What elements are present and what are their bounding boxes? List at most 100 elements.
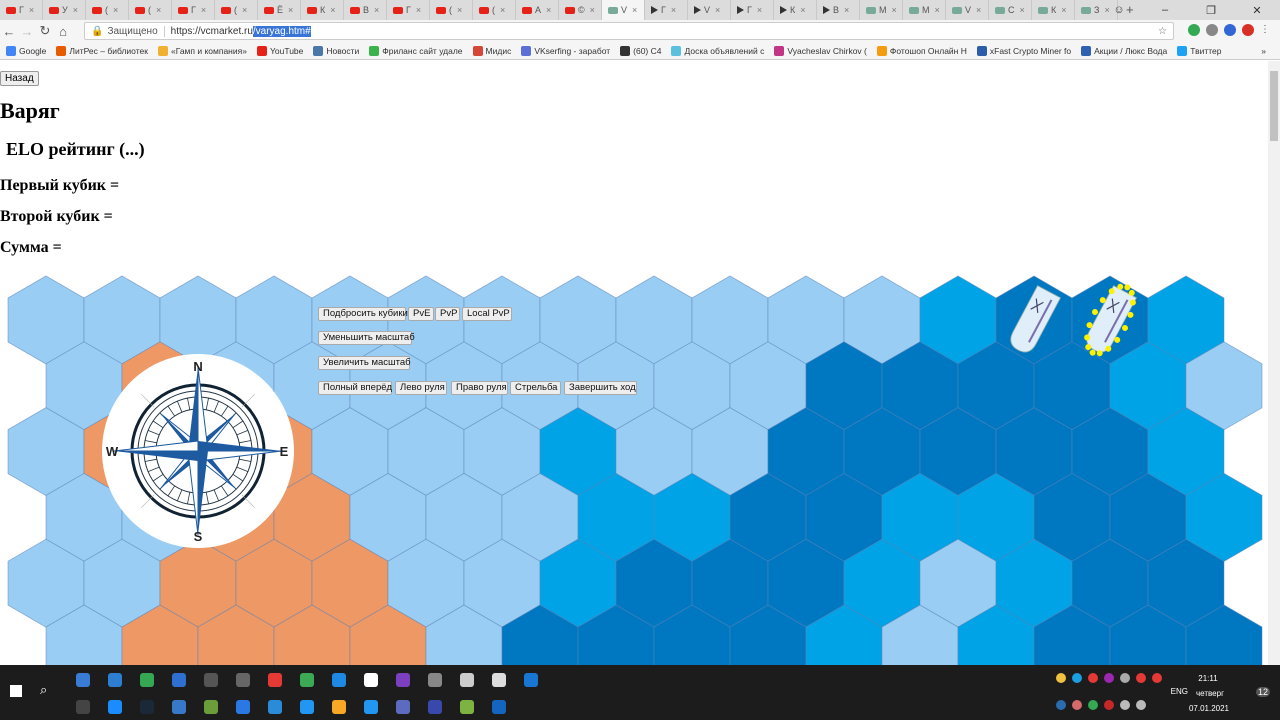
tab-close-icon[interactable]: ×	[156, 5, 161, 15]
tab[interactable]: Ё ×	[258, 0, 301, 20]
windows-start-icon[interactable]	[10, 685, 22, 697]
tray-icon[interactable]	[1072, 700, 1082, 710]
tab-close-icon[interactable]: ×	[632, 5, 637, 15]
tab-close-icon[interactable]: ×	[844, 5, 849, 15]
tab[interactable]: К ×	[301, 0, 344, 20]
taskbar-app-icon[interactable]	[396, 673, 410, 687]
maximize-button[interactable]: ❐	[1188, 4, 1234, 17]
tray-icon[interactable]	[1104, 700, 1114, 710]
taskbar-app-icon[interactable]	[332, 700, 346, 714]
extension-icon[interactable]	[1242, 24, 1254, 36]
tab[interactable]: С ×	[989, 0, 1032, 20]
taskbar-app-icon[interactable]	[364, 673, 378, 687]
taskbar-app-icon[interactable]	[524, 673, 538, 687]
tray-icon[interactable]	[1152, 673, 1162, 683]
tab-close-icon[interactable]: ×	[715, 5, 720, 15]
tab-close-icon[interactable]: ×	[29, 5, 34, 15]
bookmark[interactable]: Твиттер	[1177, 45, 1221, 56]
tab-close-icon[interactable]: ×	[330, 5, 335, 15]
full-ahead-button[interactable]: Полный вперёд	[318, 381, 392, 395]
taskbar-app-icon[interactable]	[428, 673, 442, 687]
bookmark[interactable]: Акции / Люкс Вода	[1081, 45, 1167, 56]
address-bar[interactable]: 🔒 Защищено https://vcmarket.ru/varyag.ht…	[84, 22, 1174, 40]
pvp-button[interactable]: PvP	[435, 307, 460, 321]
tab-close-icon[interactable]: ×	[1061, 5, 1066, 15]
bookmark[interactable]: (60) C4	[620, 45, 661, 56]
tab-close-icon[interactable]: ×	[288, 5, 293, 15]
tray-icon[interactable]	[1136, 673, 1146, 683]
bookmark[interactable]: VKserfing - заработ	[521, 45, 610, 56]
taskbar-app-icon[interactable]	[428, 700, 442, 714]
extension-icon[interactable]	[1206, 24, 1218, 36]
taskbar-app-icon[interactable]	[268, 673, 282, 687]
taskbar-app-icon[interactable]	[300, 700, 314, 714]
taskbar-app-icon[interactable]	[268, 700, 282, 714]
pve-button[interactable]: PvE	[408, 307, 434, 321]
taskbar-app-icon[interactable]	[332, 673, 346, 687]
zoom-out-button[interactable]: Уменьшить масштаб	[318, 331, 415, 345]
clock-date[interactable]: 07.01.2021	[1184, 704, 1234, 713]
tab[interactable]: (×	[473, 0, 516, 20]
notifications-badge[interactable]: 12	[1255, 687, 1270, 697]
taskbar-app-icon[interactable]	[108, 673, 122, 687]
hex-map[interactable]: N S E W	[0, 61, 1268, 665]
bookmark[interactable]: Фотошоп Онлайн Н	[876, 45, 967, 56]
close-button[interactable]: ✕	[1234, 4, 1280, 17]
taskbar-app-icon[interactable]	[172, 700, 186, 714]
tray-icon[interactable]	[1120, 700, 1130, 710]
end-turn-button[interactable]: Завершить ход	[564, 381, 637, 395]
tab[interactable]: Г ×	[0, 0, 43, 20]
tab[interactable]: В ×	[817, 0, 860, 20]
forward-arrow-icon[interactable]: →	[18, 24, 36, 39]
tab[interactable]: (×	[215, 0, 258, 20]
taskbar-app-icon[interactable]	[396, 700, 410, 714]
bookmark[interactable]: YouTube	[256, 45, 303, 56]
tray-icon[interactable]	[1088, 700, 1098, 710]
bookmarks-overflow-button[interactable]: »	[1261, 46, 1266, 56]
tab-close-icon[interactable]: ×	[113, 5, 118, 15]
tab-close-icon[interactable]: ×	[73, 5, 78, 15]
right-rudder-button[interactable]: Право руля	[451, 381, 508, 395]
bookmark[interactable]: «Гамп и компания»	[157, 45, 247, 56]
tab[interactable]: М ×	[860, 0, 903, 20]
home-icon[interactable]: ⌂	[54, 24, 72, 39]
taskbar-app-icon[interactable]	[140, 673, 154, 687]
minimize-button[interactable]: –	[1142, 4, 1188, 16]
tab[interactable]: (×	[86, 0, 129, 20]
bookmark[interactable]: Vyacheslav Chirkov (	[774, 45, 867, 56]
tab-close-icon[interactable]: ×	[976, 5, 981, 15]
fire-button[interactable]: Стрельба	[510, 381, 561, 395]
tab-close-icon[interactable]: ×	[242, 5, 247, 15]
tab-close-icon[interactable]: ×	[457, 5, 462, 15]
tab-close-icon[interactable]: ×	[671, 5, 676, 15]
bookmark[interactable]: Фриланс сайт удале	[369, 45, 463, 56]
tray-icon[interactable]	[1072, 673, 1082, 683]
tray-icon[interactable]	[1088, 673, 1098, 683]
tab[interactable]: К ×	[1032, 0, 1075, 20]
taskbar-app-icon[interactable]	[300, 673, 314, 687]
tab[interactable]: Г ×	[731, 0, 774, 20]
bookmark[interactable]: Новости	[313, 45, 359, 56]
tray-icon[interactable]	[1104, 673, 1114, 683]
scrollbar[interactable]	[1268, 61, 1280, 665]
tab[interactable]: В ×	[344, 0, 387, 20]
tab-close-icon[interactable]: ×	[1020, 5, 1025, 15]
search-icon[interactable]: ⌕	[40, 682, 47, 698]
tab-close-icon[interactable]: ×	[546, 5, 551, 15]
taskbar-app-icon[interactable]	[492, 700, 506, 714]
tray-icon[interactable]	[1056, 700, 1066, 710]
tab[interactable]: V ×	[688, 0, 731, 20]
taskbar-app-icon[interactable]	[76, 700, 90, 714]
tab[interactable]: М ×	[903, 0, 946, 20]
tab[interactable]: Г ×	[387, 0, 430, 20]
language-indicator[interactable]: ENG	[1171, 687, 1188, 696]
tab[interactable]: Г ×	[645, 0, 688, 20]
extension-icon[interactable]	[1224, 24, 1236, 36]
bookmark[interactable]: xFast Crypto Miner fo	[976, 45, 1071, 56]
roll-dice-button[interactable]: Подбросить кубики	[318, 307, 408, 321]
tab[interactable]: У ×	[43, 0, 86, 20]
extension-icon[interactable]	[1188, 24, 1200, 36]
back-arrow-icon[interactable]: ←	[0, 24, 18, 39]
tab[interactable]: А ×	[516, 0, 559, 20]
taskbar-app-icon[interactable]	[236, 673, 250, 687]
